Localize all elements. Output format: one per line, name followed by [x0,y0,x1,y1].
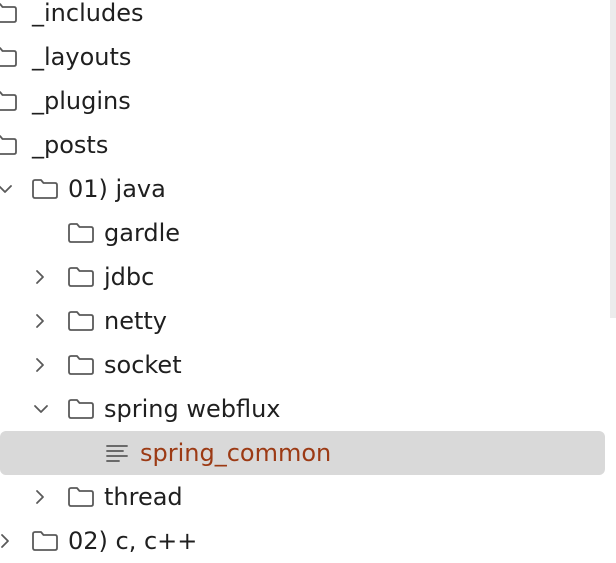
chevron-right-icon[interactable] [30,311,50,331]
tree-item-label: netty [104,307,167,335]
chevron-right-icon[interactable] [0,531,15,551]
tree-item-label: gardle [104,219,181,247]
tree-item-includes[interactable]: _includes [0,0,605,35]
tree-item-label: spring webflux [104,395,281,423]
folder-icon [0,47,17,67]
folder-icon [0,135,17,155]
tree-item-label: jdbc [104,263,155,291]
tree-item-label: socket [104,351,182,379]
tree-item-02-c-cpp[interactable]: 02) c, c++ [0,519,605,563]
folder-icon [68,223,94,243]
project-file-tree: _includes _layouts _plugins _posts 01) j… [0,0,616,555]
tree-item-label: _posts [32,131,109,159]
vertical-scrollbar[interactable] [610,0,616,318]
folder-icon [0,3,17,23]
tree-item-label: spring_common [140,439,332,467]
tree-item-label: _layouts [32,43,132,71]
tree-item-label: _plugins [32,87,131,115]
tree-item-plugins[interactable]: _plugins [0,79,605,123]
tree-item-spring-common[interactable]: spring_common [0,431,605,475]
chevron-down-icon[interactable] [0,179,15,199]
tree-item-spring-webflux[interactable]: spring webflux [0,387,605,431]
folder-icon [68,355,94,375]
text-file-icon [106,445,128,462]
chevron-right-icon[interactable] [30,487,50,507]
folder-icon [32,531,58,551]
tree-item-jdbc[interactable]: jdbc [0,255,605,299]
tree-item-label: _includes [32,0,144,27]
tree-item-label: thread [104,483,183,511]
folder-icon [68,267,94,287]
folder-icon [32,179,58,199]
chevron-right-icon[interactable] [30,355,50,375]
folder-icon [68,487,94,507]
folder-icon [68,399,94,419]
tree-item-socket[interactable]: socket [0,343,605,387]
folder-icon [68,311,94,331]
tree-item-netty[interactable]: netty [0,299,605,343]
chevron-right-icon[interactable] [30,267,50,287]
tree-item-gardle[interactable]: gardle [0,211,605,255]
tree-item-label: 02) c, c++ [68,527,198,555]
tree-item-label: 01) java [68,175,166,203]
folder-icon [0,91,17,111]
tree-item-thread[interactable]: thread [0,475,605,519]
tree-item-01-java[interactable]: 01) java [0,167,605,211]
tree-item-posts[interactable]: _posts [0,123,605,167]
tree-item-layouts[interactable]: _layouts [0,35,605,79]
chevron-down-icon[interactable] [31,399,51,419]
